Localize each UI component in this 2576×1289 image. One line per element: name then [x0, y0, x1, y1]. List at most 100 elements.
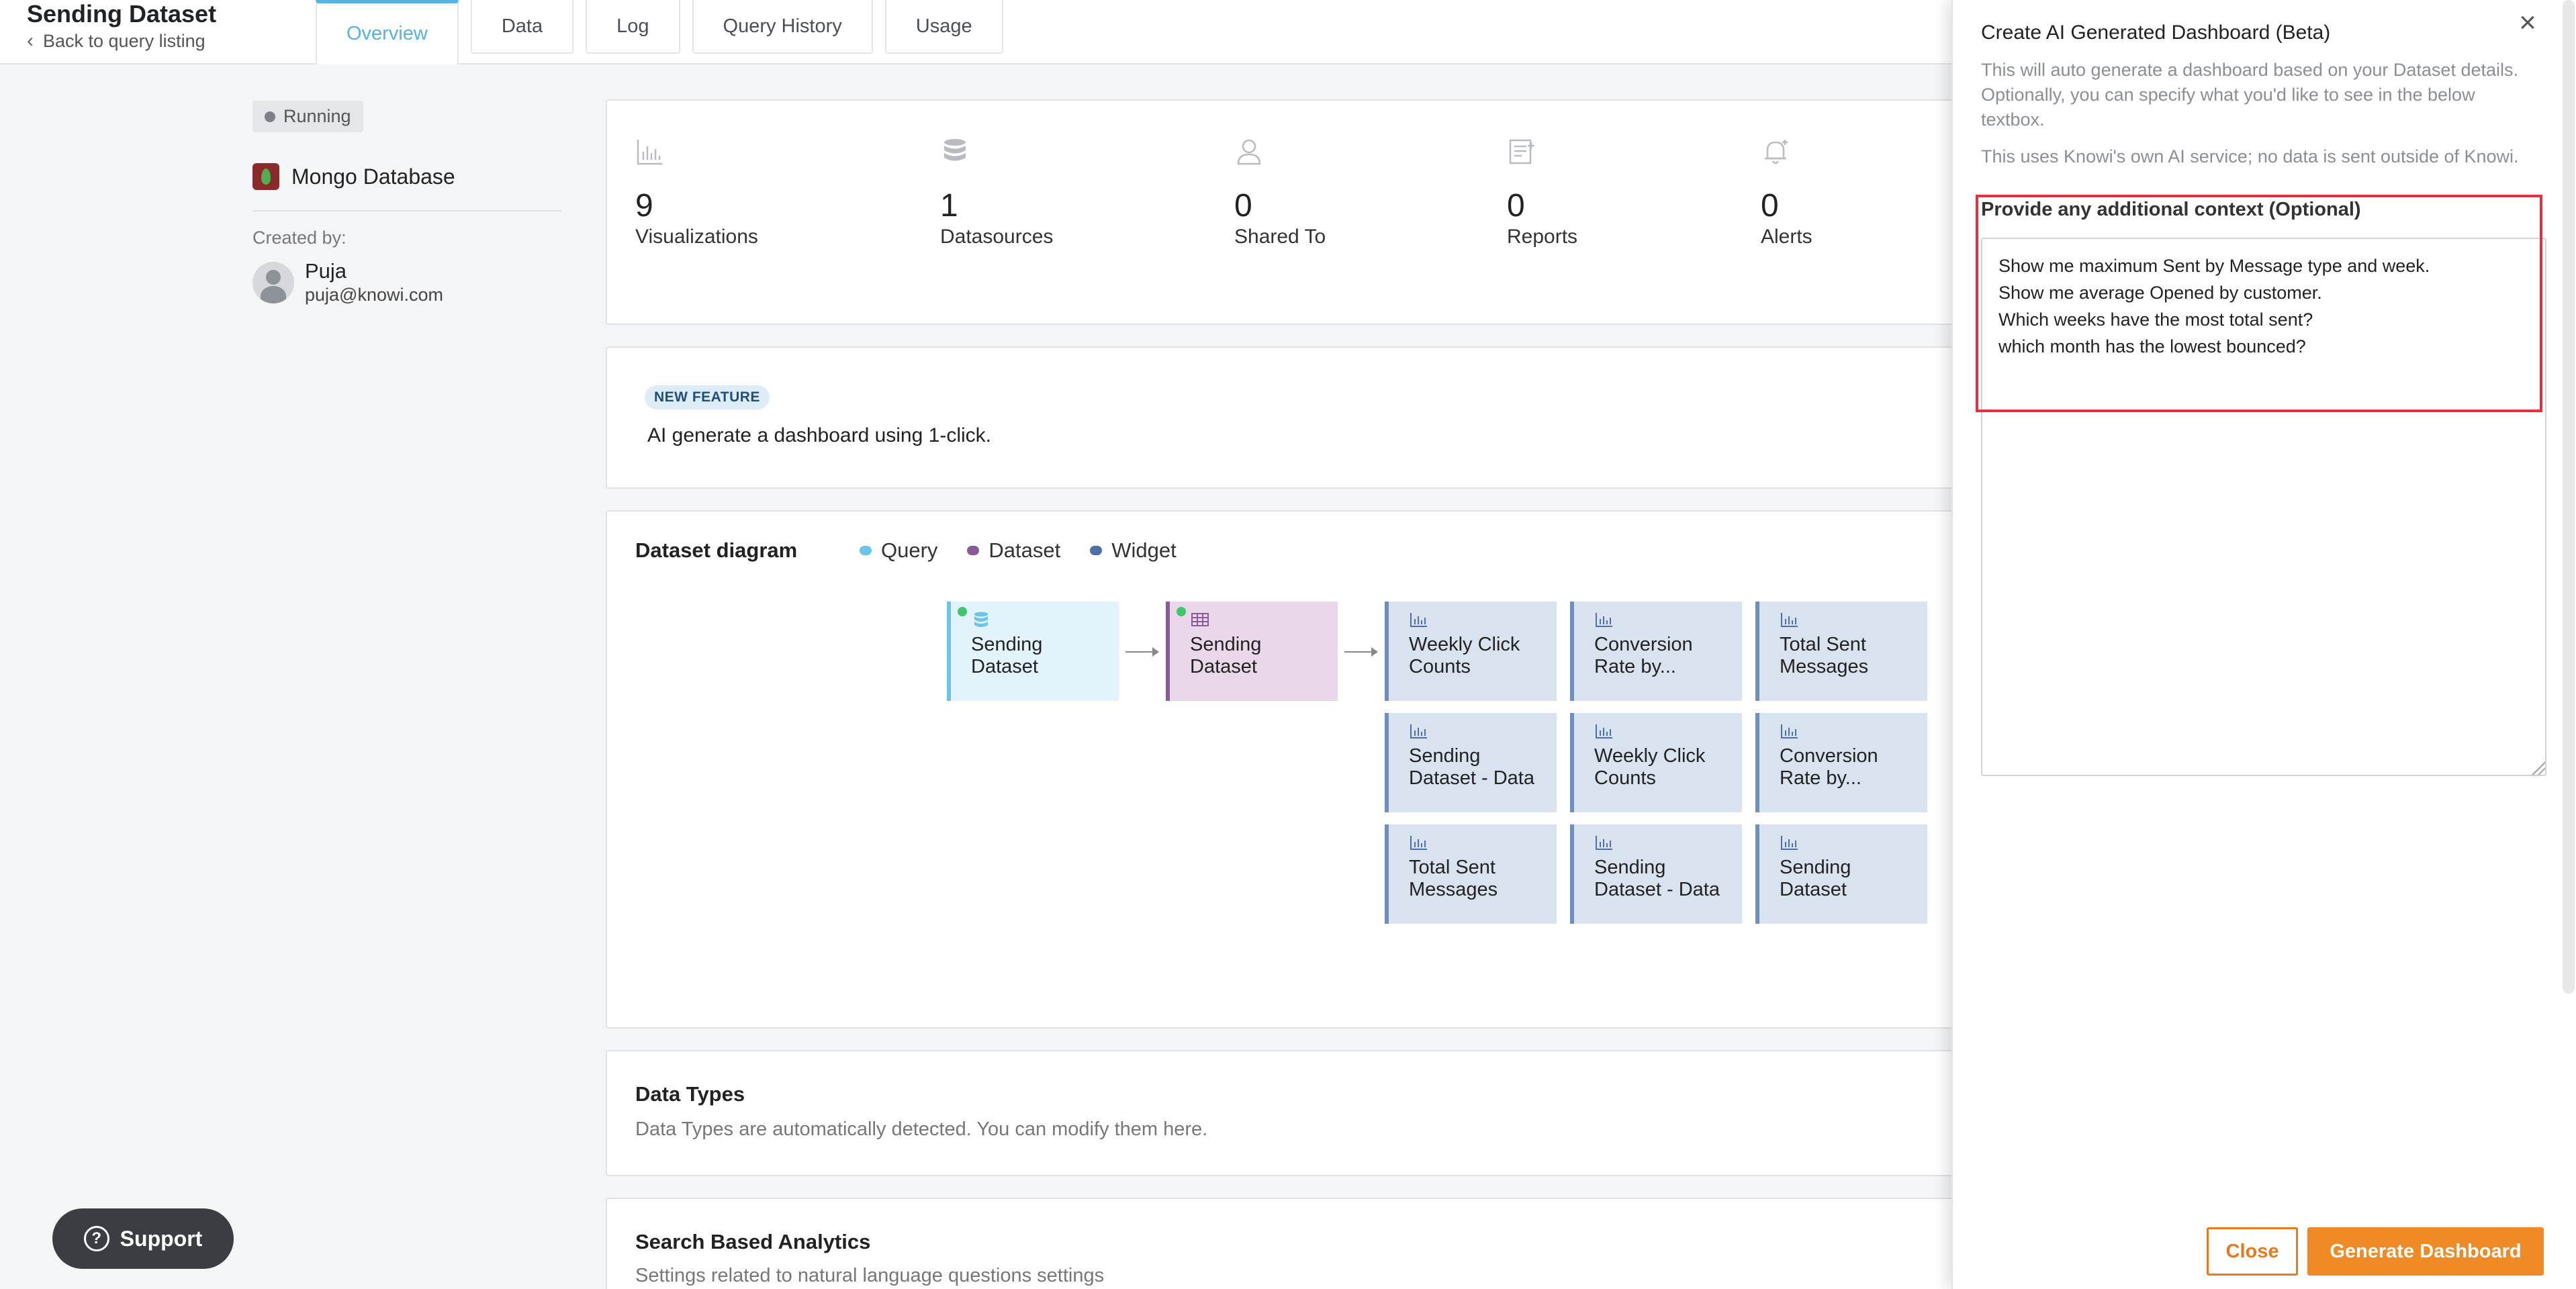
- bar-chart-icon: [1410, 613, 1427, 627]
- query-info-sidebar: Running Mongo Database Created by: Puja …: [252, 101, 561, 305]
- legend-label: Query: [881, 538, 938, 562]
- diagram-node-widget[interactable]: Total Sent Messages: [1385, 824, 1557, 924]
- node-label: Total Sent Messages: [1409, 857, 1498, 900]
- support-label: Support: [120, 1226, 203, 1251]
- search-analytics-card[interactable]: Search Based Analytics Settings related …: [606, 1198, 1962, 1289]
- created-by-label: Created by:: [252, 228, 347, 248]
- database-icon: [944, 139, 966, 161]
- stat-label: Datasources: [940, 226, 1054, 248]
- node-label: Weekly Click Counts: [1409, 634, 1520, 677]
- node-label: Conversion Rate by...: [1594, 634, 1693, 677]
- legend-item-query: Query: [860, 538, 937, 563]
- page-title: Sending Dataset: [27, 0, 217, 28]
- legend-item-dataset: Dataset: [967, 538, 1060, 563]
- bar-chart-icon: [637, 140, 662, 165]
- tab-data[interactable]: Data: [470, 0, 574, 54]
- scrollbar[interactable]: [2563, 0, 2575, 994]
- diagram-node-widget[interactable]: Conversion Rate by...: [1755, 713, 1927, 812]
- stats-card: 9 Visualizations 1 Datasources 0 Shared …: [606, 99, 1962, 325]
- feature-description[interactable]: AI generate a dashboard using 1-click.: [647, 424, 991, 447]
- datasource-name: Mongo Database: [291, 164, 455, 189]
- new-feature-card: NEW FEATURE AI generate a dashboard usin…: [606, 346, 1962, 489]
- table-icon: [1191, 613, 1209, 626]
- legend-item-widget: Widget: [1090, 538, 1177, 563]
- diagram-node-widget[interactable]: Sending Dataset: [1755, 824, 1927, 924]
- stat-value: 1: [940, 188, 958, 224]
- bell-icon: [1765, 140, 1788, 164]
- node-label: Sending Dataset - Data: [1594, 857, 1720, 900]
- bar-chart-icon: [1410, 836, 1427, 850]
- legend-label: Dataset: [988, 538, 1061, 562]
- tab-usage[interactable]: Usage: [884, 0, 1003, 54]
- node-label: Sending Dataset - Data: [1409, 745, 1534, 789]
- back-link-label: Back to query listing: [43, 30, 205, 51]
- resize-handle-icon[interactable]: [2532, 761, 2545, 775]
- context-label: Provide any additional context (Optional…: [1981, 199, 2361, 220]
- section-title: Data Types: [635, 1082, 745, 1106]
- stat-value: 9: [635, 188, 653, 224]
- node-label: Sending Dataset: [1190, 634, 1262, 677]
- stat-datasources[interactable]: 1 Datasources: [940, 137, 1053, 248]
- node-label: Sending Dataset: [1780, 857, 1851, 900]
- creator-name: Puja: [305, 259, 347, 283]
- context-textarea[interactable]: Show me maximum Sent by Message type and…: [1981, 238, 2546, 776]
- support-button[interactable]: ? Support: [52, 1208, 234, 1269]
- panel-note: This uses Knowi's own AI service; no dat…: [1981, 146, 2519, 166]
- diagram-node-widget[interactable]: Sending Dataset - Data: [1570, 824, 1742, 924]
- tab-log[interactable]: Log: [586, 0, 680, 54]
- close-icon[interactable]: ×: [2514, 8, 2541, 38]
- close-button[interactable]: Close: [2207, 1227, 2298, 1276]
- help-icon: ?: [83, 1226, 109, 1251]
- stat-alerts[interactable]: 0 Alerts: [1761, 137, 1812, 248]
- diagram-node-widget[interactable]: Weekly Click Counts: [1570, 713, 1742, 812]
- divider: [252, 210, 561, 211]
- legend-dot-icon: [967, 546, 980, 555]
- tab-query-history[interactable]: Query History: [692, 0, 873, 54]
- arrow-icon: [1125, 647, 1159, 657]
- bar-chart-icon: [1596, 836, 1612, 850]
- node-label: Total Sent Messages: [1780, 634, 1869, 677]
- user-icon: [1237, 139, 1261, 165]
- mongodb-icon: [252, 163, 279, 190]
- new-feature-badge: NEW FEATURE: [645, 385, 770, 410]
- report-icon: [1509, 139, 1534, 164]
- diagram-node-widget[interactable]: Conversion Rate by...: [1570, 602, 1742, 701]
- node-label: Weekly Click Counts: [1594, 745, 1706, 789]
- diagram-legend: Query Dataset Widget: [860, 538, 1177, 563]
- status-dot-icon: [958, 607, 967, 616]
- tab-overview[interactable]: Overview: [316, 0, 459, 64]
- diagram-node-query[interactable]: Sending Dataset: [947, 602, 1119, 701]
- stat-visualizations[interactable]: 9 Visualizations: [635, 137, 758, 248]
- diagram-node-widget[interactable]: Weekly Click Counts: [1385, 602, 1557, 701]
- node-label: Conversion Rate by...: [1780, 745, 1878, 789]
- stat-value: 0: [1234, 188, 1252, 224]
- status-label: Running: [283, 106, 351, 126]
- creator-email: puja@knowi.com: [305, 285, 443, 305]
- stat-label: Alerts: [1761, 226, 1812, 248]
- panel-title: Create AI Generated Dashboard (Beta): [1981, 21, 2331, 44]
- legend-label: Widget: [1111, 538, 1177, 562]
- status-dot-icon: [265, 111, 275, 122]
- status-dot-icon: [1177, 607, 1186, 616]
- data-types-card[interactable]: Data Types Data Types are automatically …: [606, 1050, 1962, 1176]
- bar-chart-icon: [1781, 836, 1798, 850]
- datasource-row[interactable]: Mongo Database: [252, 163, 561, 190]
- dataset-diagram-card: Dataset diagram Query Dataset Widget Sen…: [606, 510, 1962, 1029]
- chevron-left-icon: ‹: [27, 30, 34, 52]
- diagram-node-widget[interactable]: Sending Dataset - Data: [1385, 713, 1557, 812]
- bar-chart-icon: [1596, 724, 1612, 738]
- stat-shared-to[interactable]: 0 Shared To: [1234, 137, 1326, 248]
- status-badge: Running: [252, 101, 363, 132]
- generate-dashboard-button[interactable]: Generate Dashboard: [2307, 1227, 2544, 1276]
- bar-chart-icon: [1781, 724, 1798, 738]
- tab-bar: Overview Data Log Query History Usage: [316, 0, 1003, 64]
- panel-description: This will auto generate a dashboard base…: [1981, 60, 2518, 130]
- diagram-node-dataset[interactable]: Sending Dataset: [1166, 602, 1338, 701]
- stat-label: Reports: [1507, 226, 1578, 248]
- stat-label: Visualizations: [635, 226, 758, 248]
- section-subtitle: Settings related to natural language que…: [635, 1265, 1105, 1286]
- stat-reports[interactable]: 0 Reports: [1507, 137, 1577, 248]
- back-link[interactable]: ‹ Back to query listing: [27, 30, 205, 52]
- bar-chart-icon: [1596, 613, 1612, 627]
- diagram-node-widget[interactable]: Total Sent Messages: [1755, 602, 1927, 701]
